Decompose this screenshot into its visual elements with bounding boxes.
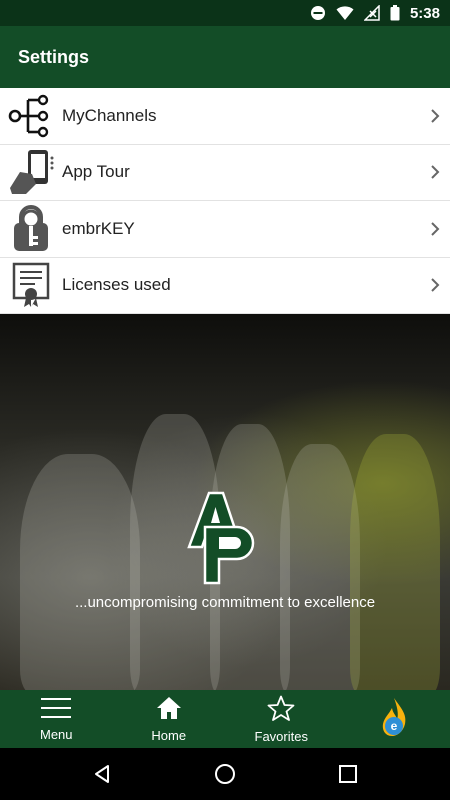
nav-menu[interactable]: Menu xyxy=(0,690,113,748)
system-nav-bar xyxy=(0,748,450,800)
embr-flame-logo-icon: e xyxy=(379,696,409,743)
channels-icon xyxy=(0,88,62,144)
home-icon xyxy=(156,696,182,725)
battery-icon xyxy=(390,5,400,21)
school-logo xyxy=(183,489,267,590)
settings-item-mychannels[interactable]: MyChannels xyxy=(0,88,450,145)
nav-embr-logo[interactable]: e xyxy=(338,690,450,748)
player-figure xyxy=(20,454,140,690)
status-bar: 5:38 xyxy=(0,0,450,26)
no-signal-icon xyxy=(363,5,380,21)
settings-list: MyChannels App Tour embrKEY Licenses use… xyxy=(0,88,450,314)
nav-label: Favorites xyxy=(254,728,308,744)
chevron-right-icon xyxy=(420,108,450,124)
hero-tagline: ...uncompromising commitment to excellen… xyxy=(74,594,376,611)
wifi-icon xyxy=(336,5,354,21)
settings-item-label: embrKEY xyxy=(62,218,135,238)
chevron-right-icon xyxy=(420,277,450,293)
player-figure xyxy=(280,444,360,690)
settings-item-embrkey[interactable]: embrKEY xyxy=(0,201,450,258)
home-circle-icon[interactable] xyxy=(205,754,245,794)
chevron-right-icon xyxy=(420,164,450,180)
chevron-right-icon xyxy=(420,221,450,237)
settings-item-label: MyChannels xyxy=(62,105,157,125)
lock-key-icon xyxy=(0,201,62,257)
certificate-icon xyxy=(0,257,62,313)
star-icon xyxy=(267,695,295,726)
settings-item-licenses[interactable]: Licenses used xyxy=(0,257,450,314)
app-bar: Settings xyxy=(0,26,450,88)
back-icon[interactable] xyxy=(82,754,122,794)
clock: 5:38 xyxy=(409,4,440,22)
nav-favorites[interactable]: Favorites xyxy=(225,690,338,748)
settings-item-label: App Tour xyxy=(62,162,130,182)
page-title: Settings xyxy=(18,46,90,67)
nav-label: Menu xyxy=(39,726,73,742)
recents-icon[interactable] xyxy=(328,754,368,794)
hamburger-menu-icon xyxy=(41,697,72,724)
bottom-nav: Menu Home Favorites e xyxy=(0,690,450,748)
settings-item-label: Licenses used xyxy=(62,275,171,295)
phone-hand-icon xyxy=(0,144,62,200)
nav-home[interactable]: Home xyxy=(113,690,226,748)
settings-item-app-tour[interactable]: App Tour xyxy=(0,144,450,201)
hero-banner: ...uncompromising commitment to excellen… xyxy=(0,314,450,690)
nav-label: Home xyxy=(151,727,187,743)
do-not-disturb-icon xyxy=(310,5,326,21)
svg-text:e: e xyxy=(390,719,397,733)
player-figure xyxy=(350,434,440,690)
